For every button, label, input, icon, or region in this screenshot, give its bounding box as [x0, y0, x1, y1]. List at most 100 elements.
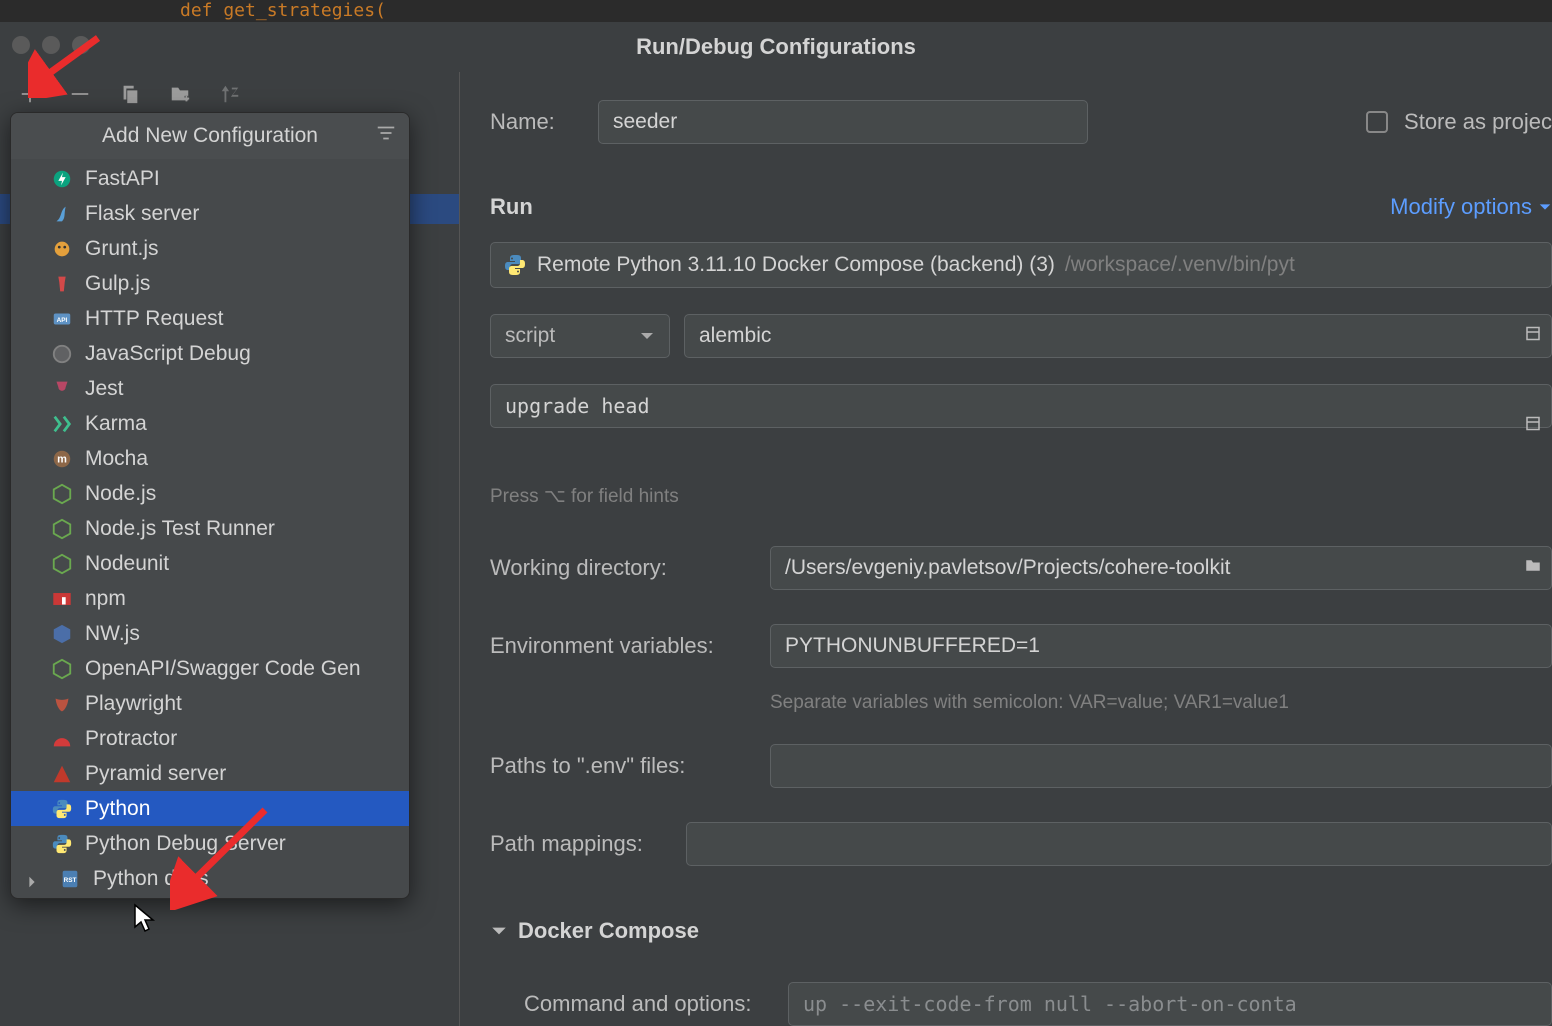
- chevron-right-icon: [25, 871, 41, 887]
- env-vars-label: Environment variables:: [490, 633, 770, 659]
- pydebug-icon: [51, 833, 73, 855]
- config-type-playwright[interactable]: Playwright: [11, 686, 409, 721]
- config-type-nodeunit[interactable]: Nodeunit: [11, 546, 409, 581]
- path-mappings-label: Path mappings:: [490, 831, 686, 857]
- config-type-npm[interactable]: npm: [11, 581, 409, 616]
- nwjs-icon: [51, 623, 73, 645]
- config-type-label: Playwright: [85, 692, 182, 716]
- config-type-jest[interactable]: Jest: [11, 371, 409, 406]
- command-options-input[interactable]: [788, 982, 1552, 1026]
- config-type-label: Python: [85, 797, 150, 821]
- interpreter-path: /workspace/.venv/bin/pyt: [1065, 253, 1295, 277]
- config-type-label: Node.js Test Runner: [85, 517, 275, 541]
- http-icon: API: [51, 308, 73, 330]
- popup-title-bar: Add New Configuration: [11, 113, 409, 159]
- config-type-python-docs[interactable]: RST Python docs: [11, 861, 409, 896]
- config-type-python[interactable]: Python: [11, 791, 409, 826]
- config-type-label: npm: [85, 587, 126, 611]
- svg-text:API: API: [57, 316, 68, 323]
- dialog-title: Run/Debug Configurations: [636, 34, 916, 60]
- pydocs-icon: RST: [59, 868, 81, 890]
- traffic-close[interactable]: [12, 36, 30, 54]
- interpreter-name: Remote Python 3.11.10 Docker Compose (ba…: [537, 253, 1055, 277]
- config-type-karma[interactable]: Karma: [11, 406, 409, 441]
- swagger-icon: [51, 658, 73, 680]
- window-traffic-lights: [12, 36, 90, 54]
- config-type-label: Python docs: [93, 867, 209, 891]
- config-type-nw-js[interactable]: NW.js: [11, 616, 409, 651]
- config-type-label: Nodeunit: [85, 552, 169, 576]
- working-directory-input[interactable]: [770, 546, 1552, 590]
- protractor-icon: [51, 728, 73, 750]
- config-type-gulp-js[interactable]: Gulp.js: [11, 266, 409, 301]
- grunt-icon: [51, 238, 73, 260]
- config-type-label: Node.js: [85, 482, 156, 506]
- config-type-label: Python Debug Server: [85, 832, 286, 856]
- modify-options-link[interactable]: Modify options: [1390, 194, 1552, 220]
- config-type-openapi-swagger-code-gen[interactable]: OpenAPI/Swagger Code Gen: [11, 651, 409, 686]
- config-type-grunt-js[interactable]: Grunt.js: [11, 231, 409, 266]
- config-type-label: Mocha: [85, 447, 148, 471]
- nodeunit-icon: [51, 553, 73, 575]
- parameters-input[interactable]: [490, 384, 1552, 428]
- jest-icon: [51, 378, 73, 400]
- field-hints-text: Press ⌥ for field hints: [490, 485, 1552, 508]
- configuration-type-list[interactable]: FastAPI Flask server Grunt.js Gulp.jsAPIHTT…: [11, 159, 409, 898]
- interpreter-selector[interactable]: Remote Python 3.11.10 Docker Compose (ba…: [490, 242, 1552, 288]
- configurations-toolbar: [0, 72, 459, 116]
- path-mappings-input[interactable]: [686, 822, 1552, 866]
- script-path-input[interactable]: [684, 314, 1552, 358]
- store-as-project-file[interactable]: Store as projec: [1366, 109, 1552, 135]
- env-files-input[interactable]: [770, 744, 1552, 788]
- config-type-mocha[interactable]: m Mocha: [11, 441, 409, 476]
- store-checkbox[interactable]: [1366, 111, 1388, 133]
- config-type-fastapi[interactable]: FastAPI: [11, 161, 409, 196]
- remove-configuration-button[interactable]: [68, 82, 92, 106]
- copy-configuration-button[interactable]: [118, 82, 142, 106]
- node-icon: [51, 483, 73, 505]
- config-type-javascript-debug[interactable]: JavaScript Debug: [11, 336, 409, 371]
- traffic-minimize[interactable]: [42, 36, 60, 54]
- expand-icon[interactable]: [1524, 414, 1542, 437]
- working-directory-label: Working directory:: [490, 555, 770, 581]
- run-section-title: Run: [490, 194, 533, 220]
- config-type-python-debug-server[interactable]: Python Debug Server: [11, 826, 409, 861]
- config-type-node-js-test-runner[interactable]: Node.js Test Runner: [11, 511, 409, 546]
- editor-background-peek: def get_strategies(: [0, 0, 1552, 22]
- env-vars-hint: Separate variables with semicolon: VAR=v…: [770, 692, 1552, 714]
- save-to-folder-button[interactable]: [168, 82, 192, 106]
- config-type-label: FastAPI: [85, 167, 160, 191]
- script-mode-select[interactable]: script: [490, 314, 670, 358]
- browse-icon[interactable]: [1524, 325, 1542, 348]
- browse-folder-icon[interactable]: [1524, 557, 1542, 580]
- popup-filter-icon[interactable]: [375, 122, 397, 150]
- sort-alpha-button[interactable]: [218, 82, 242, 106]
- config-type-label: Karma: [85, 412, 147, 436]
- chevron-down-icon: [490, 922, 508, 940]
- env-vars-input[interactable]: [770, 624, 1552, 668]
- config-type-label: NW.js: [85, 622, 140, 646]
- npm-icon: [51, 588, 73, 610]
- command-options-label: Command and options:: [524, 991, 774, 1017]
- pyramid-icon: [51, 763, 73, 785]
- svg-text:m: m: [57, 453, 67, 465]
- config-type-http-request[interactable]: APIHTTP Request: [11, 301, 409, 336]
- config-type-node-js[interactable]: Node.js: [11, 476, 409, 511]
- config-type-label: Protractor: [85, 727, 177, 751]
- name-input[interactable]: [598, 100, 1088, 144]
- config-type-label: OpenAPI/Swagger Code Gen: [85, 657, 361, 681]
- config-type-pyramid-server[interactable]: Pyramid server: [11, 756, 409, 791]
- config-type-protractor[interactable]: Protractor: [11, 721, 409, 756]
- flask-icon: [51, 203, 73, 225]
- config-type-flask-server[interactable]: Flask server: [11, 196, 409, 231]
- config-type-label: Grunt.js: [85, 237, 159, 261]
- traffic-zoom[interactable]: [72, 36, 90, 54]
- dialog-titlebar: Run/Debug Configurations: [0, 22, 1552, 72]
- env-files-label: Paths to ".env" files:: [490, 753, 770, 779]
- config-type-label: JavaScript Debug: [85, 342, 251, 366]
- nodetest-icon: [51, 518, 73, 540]
- config-type-label: Flask server: [85, 202, 199, 226]
- add-configuration-button[interactable]: [18, 82, 42, 106]
- docker-compose-section-header[interactable]: Docker Compose: [490, 918, 1552, 944]
- add-new-configuration-popup: Add New Configuration FastAPI Flask serve…: [10, 112, 410, 899]
